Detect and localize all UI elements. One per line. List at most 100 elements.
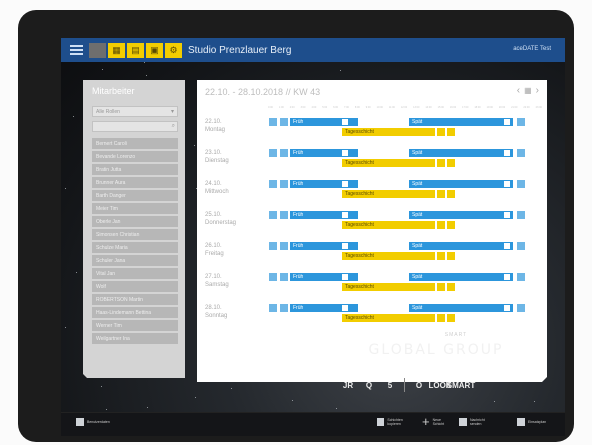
day-shift-bar[interactable]: Tagesschicht: [342, 283, 435, 291]
employee-item[interactable]: Schuler Jana: [92, 255, 178, 266]
toolbar-button-1[interactable]: [89, 42, 106, 58]
employee-item[interactable]: Wolf: [92, 281, 178, 292]
day-shift-marker[interactable]: [437, 314, 445, 322]
send-message-button[interactable]: Nachricht senden: [459, 418, 497, 426]
day-shift-marker[interactable]: [437, 283, 445, 291]
early-shift-marker[interactable]: [269, 304, 277, 312]
user-name[interactable]: aceDATE Test: [513, 46, 551, 52]
employee-item[interactable]: Brunner Aura: [92, 177, 178, 188]
early-shift-marker[interactable]: [269, 180, 277, 188]
employee-item[interactable]: Simonsen Christian: [92, 229, 178, 240]
late-shift-marker[interactable]: [517, 149, 525, 157]
early-shift-edit-icon[interactable]: [342, 243, 348, 249]
employee-search-input[interactable]: ⌕: [92, 121, 178, 132]
calendar-icon[interactable]: ▦: [524, 86, 532, 96]
employee-item[interactable]: ROBERTSON Martin: [92, 294, 178, 305]
early-shift-edit-icon[interactable]: [342, 181, 348, 187]
day-shift-marker[interactable]: [447, 252, 455, 260]
late-shift-edit-icon[interactable]: [504, 150, 510, 156]
employee-item[interactable]: Meier Tim: [92, 203, 178, 214]
late-shift-marker[interactable]: [517, 180, 525, 188]
employee-item[interactable]: Bratin Jutta: [92, 164, 178, 175]
early-shift-edit-icon[interactable]: [342, 119, 348, 125]
early-shift-edit-icon[interactable]: [342, 212, 348, 218]
day-shift-marker[interactable]: [447, 128, 455, 136]
day-shift-bar[interactable]: Tagesschicht: [342, 252, 435, 260]
calendar-view-icon[interactable]: ▦: [108, 42, 125, 58]
team-view-icon[interactable]: ▣: [146, 42, 163, 58]
late-shift-edit-icon[interactable]: [504, 305, 510, 311]
employee-item[interactable]: Werner Tim: [92, 320, 178, 331]
early-shift-marker[interactable]: [280, 118, 288, 126]
late-shift-bar[interactable]: Spät: [409, 273, 513, 281]
early-shift-marker[interactable]: [269, 118, 277, 126]
copy-shifts-label: Schichten kopieren: [387, 418, 403, 426]
late-shift-marker[interactable]: [517, 118, 525, 126]
day-shift-marker[interactable]: [437, 128, 445, 136]
day-shift-bar[interactable]: Tagesschicht: [342, 128, 435, 136]
day-shift-bar[interactable]: Tagesschicht: [342, 221, 435, 229]
user-data-button[interactable]: Benutzerdaten: [76, 418, 110, 426]
schedule-button[interactable]: Einsatzplan: [517, 418, 557, 426]
early-shift-marker[interactable]: [280, 304, 288, 312]
day-shift-marker[interactable]: [437, 221, 445, 229]
employee-item[interactable]: Bevande Lorenzo: [92, 151, 178, 162]
late-shift-edit-icon[interactable]: [504, 274, 510, 280]
next-week-icon[interactable]: ›: [536, 85, 539, 96]
new-shift-button[interactable]: + Neue Schicht: [422, 415, 450, 428]
send-message-label: Nachricht senden: [469, 418, 485, 426]
late-shift-bar[interactable]: Spät: [409, 211, 513, 219]
late-shift-marker[interactable]: [517, 211, 525, 219]
day-shift-bar[interactable]: Tagesschicht: [342, 314, 435, 322]
day-shift-marker[interactable]: [447, 314, 455, 322]
copy-shifts-button[interactable]: Schichten kopieren: [377, 418, 415, 426]
early-shift-marker[interactable]: [280, 273, 288, 281]
day-shift-bar[interactable]: Tagesschicht: [342, 190, 435, 198]
employee-item[interactable]: Bernert Caroli: [92, 138, 178, 149]
employee-item[interactable]: Vital Jan: [92, 268, 178, 279]
employee-item[interactable]: Schulze Maria: [92, 242, 178, 253]
late-shift-bar[interactable]: Spät: [409, 180, 513, 188]
day-shift-marker[interactable]: [437, 252, 445, 260]
late-shift-marker[interactable]: [517, 273, 525, 281]
settings-icon[interactable]: ⚙: [165, 42, 182, 58]
early-shift-marker[interactable]: [269, 242, 277, 250]
early-shift-marker[interactable]: [269, 149, 277, 157]
employee-item[interactable]: Oberle Jan: [92, 216, 178, 227]
employee-item[interactable]: Weilgartner Ina: [92, 333, 178, 344]
late-shift-edit-icon[interactable]: [504, 212, 510, 218]
late-shift-marker[interactable]: [517, 242, 525, 250]
late-shift-bar[interactable]: Spät: [409, 304, 513, 312]
late-shift-edit-icon[interactable]: [504, 119, 510, 125]
list-view-icon[interactable]: ▤: [127, 42, 144, 58]
early-shift-marker[interactable]: [269, 273, 277, 281]
late-shift-bar[interactable]: Spät: [409, 118, 513, 126]
role-filter-select[interactable]: Alle Rollen: [92, 106, 178, 117]
early-shift-edit-icon[interactable]: [342, 274, 348, 280]
late-shift-edit-icon[interactable]: [504, 181, 510, 187]
day-shift-marker[interactable]: [447, 283, 455, 291]
late-shift-marker[interactable]: [517, 304, 525, 312]
late-shift-bar[interactable]: Spät: [409, 149, 513, 157]
early-shift-marker[interactable]: [269, 211, 277, 219]
day-shift-bar[interactable]: Tagesschicht: [342, 159, 435, 167]
early-shift-marker[interactable]: [280, 211, 288, 219]
early-shift-marker[interactable]: [280, 180, 288, 188]
day-shift-marker[interactable]: [447, 159, 455, 167]
schedule-label: Einsatzplan: [528, 420, 547, 424]
employee-item[interactable]: Haas-Lindemann Bettina: [92, 307, 178, 318]
late-shift-edit-icon[interactable]: [504, 243, 510, 249]
early-shift-edit-icon[interactable]: [342, 150, 348, 156]
early-shift-marker[interactable]: [280, 149, 288, 157]
search-icon[interactable]: ⌕: [172, 123, 175, 130]
late-shift-bar[interactable]: Spät: [409, 242, 513, 250]
day-shift-marker[interactable]: [447, 221, 455, 229]
day-shift-marker[interactable]: [447, 190, 455, 198]
early-shift-marker[interactable]: [280, 242, 288, 250]
menu-icon[interactable]: [70, 45, 83, 55]
early-shift-edit-icon[interactable]: [342, 305, 348, 311]
day-shift-marker[interactable]: [437, 159, 445, 167]
employee-item[interactable]: Barth Danger: [92, 190, 178, 201]
previous-week-icon[interactable]: ‹: [517, 85, 520, 96]
day-shift-marker[interactable]: [437, 190, 445, 198]
